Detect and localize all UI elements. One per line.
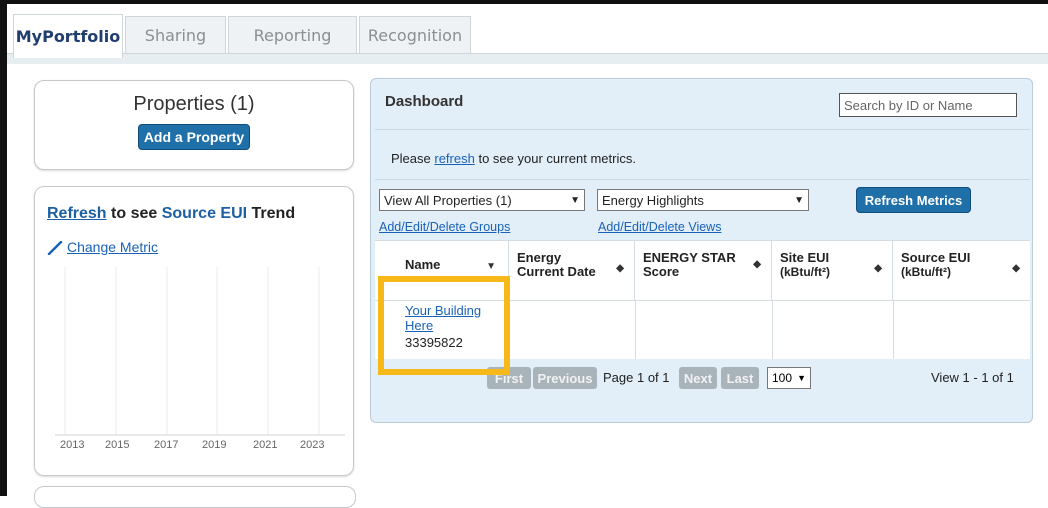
column-header-name[interactable]: Name ▼ bbox=[375, 241, 509, 300]
year-label: 2015 bbox=[105, 439, 130, 451]
column-header-label: ENERGY STAR Score bbox=[643, 251, 736, 279]
pencil-icon bbox=[47, 241, 63, 256]
header-line: Energy bbox=[517, 250, 562, 265]
dashboard-title: Dashboard bbox=[385, 93, 464, 110]
sort-icon: ◆ bbox=[874, 263, 882, 274]
refresh-metrics-button[interactable]: Refresh Metrics bbox=[856, 187, 971, 213]
view-range-text: View 1 - 1 of 1 bbox=[931, 370, 1014, 385]
sort-icon: ◆ bbox=[616, 263, 624, 274]
trend-chart-grid bbox=[55, 267, 345, 436]
chevron-down-icon: ▼ bbox=[570, 194, 580, 206]
cell-divider bbox=[509, 301, 510, 361]
previous-page-button[interactable]: Previous bbox=[533, 367, 597, 389]
chevron-down-icon: ▼ bbox=[797, 373, 806, 383]
column-header-energy-date[interactable]: Energy Current Date ◆ bbox=[509, 241, 635, 300]
cell-divider bbox=[893, 301, 894, 361]
header-line: Source EUI bbox=[901, 250, 971, 265]
refresh-notice: Please refresh to see your current metri… bbox=[391, 151, 636, 166]
tab-recognition[interactable]: Recognition bbox=[359, 16, 471, 54]
year-label: 2017 bbox=[154, 439, 179, 451]
column-header-label: Energy Current Date bbox=[517, 251, 596, 279]
trend-refresh-link[interactable]: Refresh bbox=[47, 205, 107, 222]
next-page-button[interactable]: Next bbox=[679, 367, 717, 389]
dashboard-panel: Dashboard Please refresh to see your cur… bbox=[370, 78, 1033, 423]
building-name-link[interactable]: Your Building Here bbox=[405, 303, 481, 333]
sort-desc-icon: ▼ bbox=[486, 261, 496, 272]
add-property-button[interactable]: Add a Property bbox=[138, 124, 250, 150]
notice-text: Please bbox=[391, 151, 435, 166]
header-line: (kBtu/ft²) bbox=[780, 265, 830, 279]
divider bbox=[375, 179, 1030, 180]
search-input[interactable] bbox=[839, 93, 1017, 117]
building-name-line: Your Building bbox=[405, 303, 482, 318]
first-page-button[interactable]: First bbox=[487, 367, 531, 389]
trend-metric-name: Source EUI bbox=[161, 205, 248, 222]
chevron-down-icon: ▼ bbox=[794, 194, 804, 206]
table-row: Your Building Here 33395822 bbox=[375, 300, 1030, 361]
refresh-link[interactable]: refresh bbox=[434, 151, 474, 166]
header-line: Site EUI bbox=[780, 250, 830, 265]
notice-text: to see your current metrics. bbox=[474, 151, 636, 166]
tab-underline bbox=[7, 53, 1048, 64]
column-header-energy-star[interactable]: ENERGY STAR Score ◆ bbox=[635, 241, 772, 300]
year-label: 2013 bbox=[60, 439, 85, 451]
energy-highlights-select[interactable]: Energy Highlights ▼ bbox=[597, 189, 809, 211]
column-header-label: Site EUI (kBtu/ft²) bbox=[780, 250, 830, 280]
column-header-label: Name bbox=[405, 257, 441, 272]
energy-highlights-value: Energy Highlights bbox=[602, 192, 704, 208]
groups-link[interactable]: Add/Edit/Delete Groups bbox=[379, 220, 510, 234]
lower-panel bbox=[34, 486, 356, 508]
cell-divider bbox=[772, 301, 773, 361]
column-header-site-eui[interactable]: Site EUI (kBtu/ft²) ◆ bbox=[772, 241, 893, 300]
tab-sharing[interactable]: Sharing bbox=[125, 16, 226, 54]
views-link[interactable]: Add/Edit/Delete Views bbox=[598, 220, 721, 234]
trend-panel: Refresh to see Source EUI Trend Change M… bbox=[34, 186, 354, 476]
building-id: 33395822 bbox=[405, 335, 463, 350]
per-page-select[interactable]: 100 ▼ bbox=[767, 367, 811, 389]
header-line: ENERGY STAR bbox=[643, 250, 736, 265]
trend-text-end: Trend bbox=[247, 205, 296, 222]
header-line: (kBtu/ft²) bbox=[901, 265, 951, 279]
sort-icon: ◆ bbox=[1012, 263, 1020, 274]
pagination-bar: First Previous Page 1 of 1 Next Last 100… bbox=[375, 359, 1030, 395]
column-header-source-eui[interactable]: Source EUI (kBtu/ft²) ◆ bbox=[893, 241, 1030, 300]
change-metric-label: Change Metric bbox=[67, 239, 159, 255]
tab-myportfolio[interactable]: MyPortfolio bbox=[13, 14, 123, 58]
view-properties-select[interactable]: View All Properties (1) ▼ bbox=[379, 189, 585, 211]
last-page-button[interactable]: Last bbox=[721, 367, 759, 389]
per-page-value: 100 bbox=[772, 371, 793, 385]
change-metric-link[interactable]: Change Metric bbox=[47, 239, 159, 256]
page-indicator: Page 1 of 1 bbox=[603, 370, 670, 385]
sort-icon: ◆ bbox=[753, 259, 761, 270]
tab-bar: MyPortfolio Sharing Reporting Recognitio… bbox=[7, 4, 1048, 58]
building-name-line: Here bbox=[405, 318, 434, 333]
year-label: 2019 bbox=[202, 439, 227, 451]
metrics-table: Name ▼ Energy Current Date ◆ ENERGY STAR S… bbox=[375, 240, 1030, 361]
trend-text-mid: to see bbox=[106, 205, 162, 222]
header-line: Current Date bbox=[517, 264, 596, 279]
view-properties-value: View All Properties (1) bbox=[384, 192, 512, 208]
divider bbox=[375, 129, 1030, 130]
year-label: 2021 bbox=[253, 439, 278, 451]
properties-panel: Properties (1) Add a Property bbox=[34, 80, 354, 170]
trend-title: Refresh to see Source EUI Trend bbox=[47, 205, 295, 223]
header-line: Score bbox=[643, 264, 680, 279]
tab-reporting[interactable]: Reporting bbox=[228, 16, 357, 54]
properties-title: Properties (1) bbox=[133, 93, 255, 115]
year-label: 2023 bbox=[300, 439, 325, 451]
cell-divider bbox=[635, 301, 636, 361]
column-header-label: Source EUI (kBtu/ft²) bbox=[901, 250, 971, 280]
